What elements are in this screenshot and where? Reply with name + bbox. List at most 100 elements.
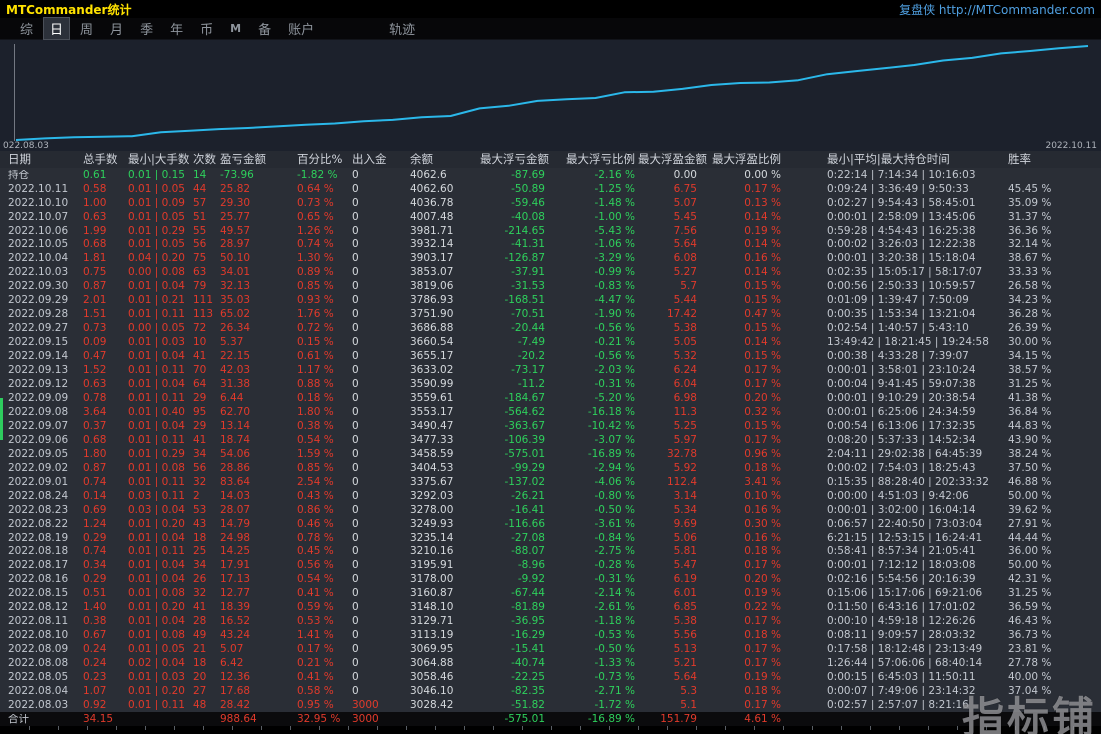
- cell-col1: 2022.09.13: [8, 365, 69, 376]
- column-header-3[interactable]: 最小|大手数: [128, 153, 193, 166]
- table-row[interactable]: 2022.09.09 0.78 0.01 | 0.11 29 6.44 0.18 % 0 35…: [0, 391, 1101, 405]
- cell-col14: 36.28 %: [1008, 309, 1052, 320]
- column-header-7[interactable]: 出入金: [352, 153, 410, 166]
- menu-item-4[interactable]: 月: [104, 18, 129, 39]
- cell-col7: 0: [352, 504, 359, 516]
- table-row[interactable]: 2022.08.11 0.38 0.01 | 0.04 28 16.52 0.53 % 0 3…: [0, 615, 1101, 629]
- column-header-2[interactable]: 总手数: [83, 153, 128, 166]
- table-row[interactable]: 2022.10.07 0.63 0.01 | 0.05 51 25.77 0.65 % 0 4…: [0, 210, 1101, 224]
- cell-col6: 0.93 %: [297, 295, 334, 306]
- bottom-scroll-strip[interactable]: [0, 726, 1101, 734]
- column-header-8[interactable]: 余额: [410, 153, 480, 166]
- column-header-4[interactable]: 次数: [193, 153, 220, 166]
- table-row[interactable]: 2022.10.10 1.00 0.01 | 0.09 57 29.30 0.73 % 0 4…: [0, 196, 1101, 210]
- cell-col1: 2022.08.03: [8, 699, 69, 711]
- table-row[interactable]: 2022.10.11 0.58 0.01 | 0.05 44 25.82 0.64 % 0 4…: [0, 182, 1101, 196]
- table-row[interactable]: 2022.10.06 1.99 0.01 | 0.29 55 49.57 1.26 % 0 3…: [0, 224, 1101, 238]
- cell-col4: 43: [193, 518, 207, 530]
- menu-item-8[interactable]: M: [224, 21, 247, 36]
- cell-col1: 2022.08.10: [8, 630, 69, 641]
- table-row[interactable]: 2022.09.02 0.87 0.01 | 0.08 56 28.86 0.85 % 0 3…: [0, 461, 1101, 475]
- menu-item-7[interactable]: 币: [194, 18, 219, 39]
- table-row[interactable]: 2022.08.08 0.24 0.02 | 0.04 18 6.42 0.21 % 0 30…: [0, 656, 1101, 670]
- cell-col14: 46.88 %: [1008, 476, 1052, 488]
- table-row[interactable]: 2022.10.05 0.68 0.01 | 0.05 56 28.97 0.74 % 0 3…: [0, 238, 1101, 252]
- menu-item-2[interactable]: 日: [43, 17, 71, 40]
- table-row[interactable]: 2022.09.05 1.80 0.01 | 0.29 34 54.06 1.59 % 0 3…: [0, 447, 1101, 461]
- cell-col9: -363.67: [504, 420, 545, 432]
- cell-col9: -16.29: [511, 630, 545, 641]
- cell-col6: 0.61 %: [297, 351, 334, 362]
- cell-col7: 0: [352, 434, 359, 446]
- table-row[interactable]: 2022.08.04 1.07 0.01 | 0.20 27 17.68 0.58 % 0 3…: [0, 684, 1101, 698]
- column-header-10[interactable]: 最大浮亏比例: [548, 153, 638, 166]
- cell-col13: 0:00:02 | 3:26:03 | 12:22:38: [827, 239, 976, 250]
- table-row[interactable]: 2022.08.15 0.51 0.01 | 0.08 32 12.77 0.41 % 0 3…: [0, 587, 1101, 601]
- table-row[interactable]: 2022.09.28 1.51 0.01 | 0.11 113 65.02 1.76 % 0…: [0, 308, 1101, 322]
- cell-col3: 0.01 | 0.11: [128, 434, 185, 446]
- menu-item-11[interactable]: 轨迹: [383, 18, 421, 39]
- cell-col8: 3058.46: [410, 672, 454, 683]
- table-row[interactable]: 2022.08.24 0.14 0.03 | 0.11 2 14.03 0.43 % 0 32…: [0, 489, 1101, 503]
- column-header-9[interactable]: 最大浮亏金额: [480, 153, 549, 166]
- table-row[interactable]: 2022.09.14 0.47 0.01 | 0.04 41 22.15 0.61 % 0 3…: [0, 349, 1101, 363]
- table-row[interactable]: 2022.09.27 0.73 0.00 | 0.05 72 26.34 0.72 % 0 3…: [0, 321, 1101, 335]
- table-row[interactable]: 2022.08.12 1.40 0.01 | 0.20 41 18.39 0.59 % 0 3…: [0, 601, 1101, 615]
- cell-col2: 3.64: [83, 406, 107, 418]
- column-header-12[interactable]: 最大浮盈比例: [700, 153, 784, 166]
- column-header-1[interactable]: 日期: [8, 153, 83, 166]
- cell-col13: 0:00:01 | 9:10:29 | 20:38:54: [827, 392, 976, 404]
- menu-item-9[interactable]: 备: [252, 18, 277, 39]
- cell-col3: 0.01 | 0.05: [128, 211, 185, 223]
- table-row[interactable]: 2022.08.18 0.74 0.01 | 0.11 25 14.25 0.45 % 0 3…: [0, 545, 1101, 559]
- cell-col14: 50.00 %: [1008, 560, 1052, 571]
- table-row[interactable]: 2022.08.16 0.29 0.01 | 0.04 26 17.13 0.54 % 0 3…: [0, 573, 1101, 587]
- cell-col6: 1.30 %: [297, 253, 334, 264]
- table-row[interactable]: 2022.09.29 2.01 0.01 | 0.21 111 35.03 0.93 % 0…: [0, 294, 1101, 308]
- cell-col6: 0.38 %: [297, 420, 334, 432]
- cell-col14: 40.00 %: [1008, 672, 1052, 683]
- cell-col8: 3195.91: [410, 560, 454, 571]
- column-header-5[interactable]: 盈亏金额: [220, 153, 297, 166]
- table-row[interactable]: 2022.08.05 0.23 0.01 | 0.03 20 12.36 0.41 % 0 3…: [0, 670, 1101, 684]
- equity-chart[interactable]: 022.08.03 2022.10.11: [0, 40, 1101, 151]
- cell-col4: 32: [193, 588, 207, 599]
- menu-item-3[interactable]: 周: [74, 18, 99, 39]
- table-row[interactable]: 2022.09.08 3.64 0.01 | 0.40 95 62.70 1.80 % 0 3…: [0, 405, 1101, 419]
- table-row[interactable]: 2022.09.15 0.09 0.01 | 0.03 10 5.37 0.15 % 0 36…: [0, 335, 1101, 349]
- column-header-14[interactable]: 胜率: [1008, 153, 1101, 166]
- table-row[interactable]: 2022.08.22 1.24 0.01 | 0.20 43 14.79 0.46 % 0 3…: [0, 517, 1101, 531]
- table-row[interactable]: 2022.09.12 0.63 0.01 | 0.04 64 31.38 0.88 % 0 3…: [0, 377, 1101, 391]
- titlebar-right-link[interactable]: 复盘侠 http://MTCommander.com: [899, 1, 1095, 18]
- table-row[interactable]: 2022.10.04 1.81 0.04 | 0.20 75 50.10 1.30 % 0 3…: [0, 252, 1101, 266]
- column-header-6[interactable]: 百分比%: [297, 153, 352, 166]
- menu-item-10[interactable]: 账户: [282, 18, 320, 39]
- menu-item-1[interactable]: 综: [14, 18, 39, 39]
- menu-item-6[interactable]: 年: [164, 18, 189, 39]
- table-row[interactable]: 2022.08.19 0.29 0.01 | 0.04 18 24.98 0.78 % 0 3…: [0, 531, 1101, 545]
- cell-col5: 25.82: [220, 183, 251, 195]
- cell-col9: -15.41: [511, 644, 545, 655]
- table-row[interactable]: 2022.09.13 1.52 0.01 | 0.11 70 42.03 1.17 % 0 3…: [0, 363, 1101, 377]
- table-row[interactable]: 2022.09.01 0.74 0.01 | 0.11 32 83.64 2.54 % 0 3…: [0, 475, 1101, 489]
- table-row[interactable]: 2022.08.10 0.67 0.01 | 0.08 49 43.24 1.41 % 0 3…: [0, 628, 1101, 642]
- cell-col11: 5.7: [680, 281, 697, 292]
- cell-col5: 6.42: [220, 658, 244, 669]
- table-row[interactable]: 2022.09.07 0.37 0.01 | 0.04 29 13.14 0.38 % 0 3…: [0, 419, 1101, 433]
- table-row[interactable]: 2022.08.17 0.34 0.01 | 0.04 34 17.91 0.56 % 0 3…: [0, 559, 1101, 573]
- column-header-13[interactable]: 最小|平均|最大持仓时间: [784, 153, 1008, 166]
- cell-col3: 0.01 | 0.11: [128, 365, 185, 376]
- table-row[interactable]: 持仓 0.61 0.01 | 0.15 14 -73.96 -1.82 % 0 4062.6 -…: [0, 168, 1101, 182]
- cell-col12: 0.20 %: [744, 574, 781, 585]
- table-row[interactable]: 2022.08.23 0.69 0.03 | 0.04 53 28.07 0.86 % 0 3…: [0, 503, 1101, 517]
- table-row[interactable]: 2022.09.30 0.87 0.01 | 0.04 79 32.13 0.85 % 0 3…: [0, 280, 1101, 294]
- cell-col4: 34: [193, 560, 207, 571]
- column-header-11[interactable]: 最大浮盈金额: [638, 153, 707, 166]
- table-row[interactable]: 2022.08.09 0.24 0.01 | 0.05 21 5.07 0.17 % 0 30…: [0, 642, 1101, 656]
- cell-col3: 0.01 | 0.04: [128, 532, 185, 543]
- cell-col3: 0.01 | 0.11: [128, 309, 185, 320]
- menu-item-5[interactable]: 季: [134, 18, 159, 39]
- table-row[interactable]: 2022.09.06 0.68 0.01 | 0.11 41 18.74 0.54 % 0 3…: [0, 433, 1101, 447]
- table-row[interactable]: 2022.08.03 0.92 0.01 | 0.11 48 28.42 0.95 % 30…: [0, 698, 1101, 712]
- table-row[interactable]: 2022.10.03 0.75 0.00 | 0.08 63 34.01 0.89 % 0 3…: [0, 266, 1101, 280]
